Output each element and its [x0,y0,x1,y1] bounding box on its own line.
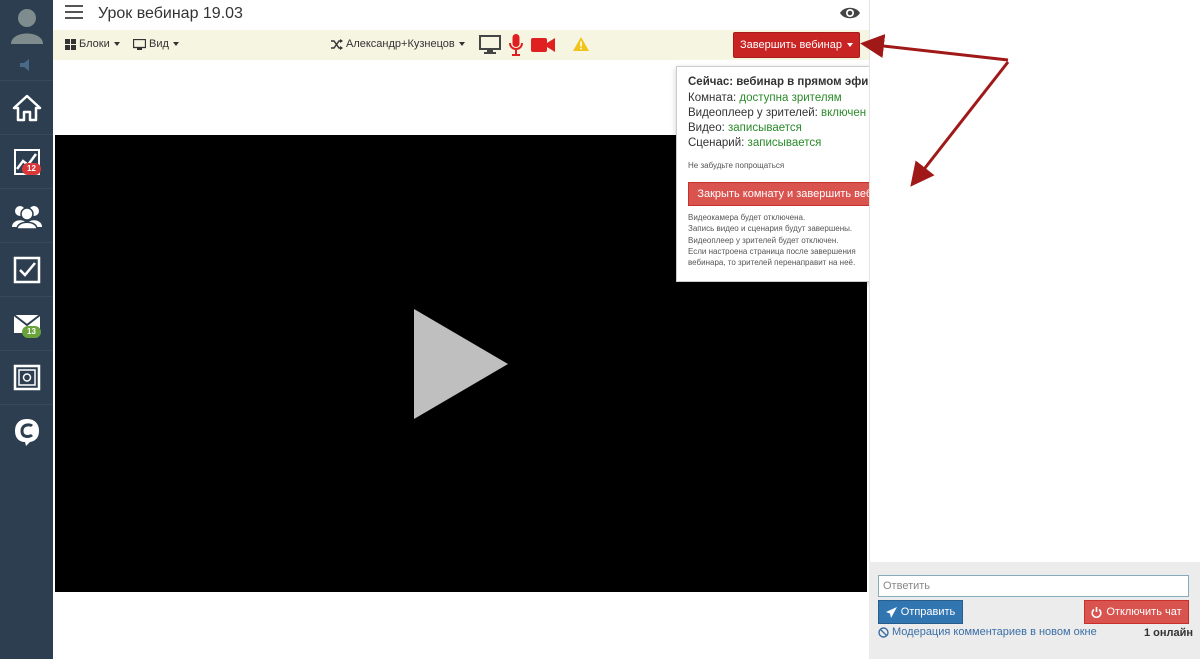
video-camera-icon [531,38,555,52]
send-button[interactable]: Отправить [878,600,963,624]
menu-icon-line [65,17,83,19]
blocks-label: Блоки [79,38,110,50]
menu-icon-line [65,11,83,13]
avatar[interactable] [0,0,53,50]
screen-share-icon [479,35,501,54]
view-menu[interactable]: Вид [133,38,179,50]
menu-icon-line [65,5,83,7]
sidebar-item-stats[interactable]: 12 [0,134,53,188]
chat-footer: Отправить Отключить чат Модерация коммен… [869,562,1200,659]
sidebar-item-home[interactable] [0,80,53,134]
webinar-screen: 12 13 Урок вебинар 19.03 Блоки Вид Алекс… [0,0,1200,659]
microphone-icon [509,34,523,56]
sidebar-item-tasks[interactable] [0,242,53,296]
user-switch-menu[interactable]: Александр+Кузнецов [331,38,465,50]
script-status-label: Сценарий: [688,137,748,149]
screen-share-button[interactable] [479,35,501,55]
room-status-value: доступна зрителям [739,92,842,104]
header: Урок вебинар 19.03 [53,0,869,30]
room-status-label: Комната: [688,92,740,104]
moderation-link[interactable]: Модерация комментариев в новом окне [878,626,1097,638]
reply-input[interactable] [878,575,1189,597]
moderation-label: Модерация комментариев в новом окне [892,626,1097,638]
user-label: Александр+Кузнецов [346,38,455,50]
warning-indicator[interactable] [573,37,589,51]
chevron-down-icon [458,42,465,46]
shuffle-icon [331,38,343,50]
chat-messages[interactable] [869,0,1200,562]
chevron-down-icon [172,42,179,46]
page-title: Урок вебинар 19.03 [98,5,243,22]
stats-badge: 12 [22,163,41,175]
microphone-button[interactable] [509,34,523,56]
view-label: Вид [149,38,169,50]
home-icon [12,94,41,121]
end-webinar-label: Завершить вебинар [740,39,842,51]
safe-icon [13,364,40,390]
toolbar: Блоки Вид Александр+Кузнецов Завершить в… [53,30,869,60]
speaker-icon [19,59,29,71]
sidebar: 12 13 [0,0,53,659]
eye-icon [840,7,860,19]
chevron-down-icon [113,42,120,46]
end-webinar-button[interactable]: Завершить вебинар [733,32,860,58]
blocks-menu[interactable]: Блоки [65,38,120,50]
play-icon[interactable] [414,309,508,419]
sidebar-item-safe[interactable] [0,350,53,404]
power-icon [1091,606,1102,618]
disable-chat-button[interactable]: Отключить чат [1084,600,1189,624]
mail-badge: 13 [22,326,41,338]
camera-button[interactable] [531,37,555,53]
sidebar-item-mail[interactable]: 13 [0,296,53,350]
preview-button[interactable] [839,5,861,24]
send-label: Отправить [900,606,956,618]
video-status-value: записывается [728,122,802,134]
chevron-down-icon [846,43,853,47]
script-status-value: записывается [747,137,822,149]
grid-icon [65,38,76,50]
sound-toggle[interactable] [0,50,53,80]
sidebar-item-users[interactable] [0,188,53,242]
user-avatar-icon [10,9,43,44]
monitor-icon [133,38,146,50]
player-status-label: Видеоплеер у зрителей: [688,107,822,119]
warning-icon [573,37,589,51]
sidebar-item-chat[interactable] [0,404,53,458]
chat-logo-icon [14,418,39,446]
player-status-value: включен [821,107,867,119]
menu-button[interactable] [65,5,83,21]
ban-icon [878,626,889,638]
disable-chat-label: Отключить чат [1106,606,1182,618]
online-count: 1 онлайн [1144,627,1194,639]
video-status-label: Видео: [688,122,728,134]
checkbox-icon [13,256,40,283]
users-icon [11,205,42,229]
send-icon [885,606,897,618]
